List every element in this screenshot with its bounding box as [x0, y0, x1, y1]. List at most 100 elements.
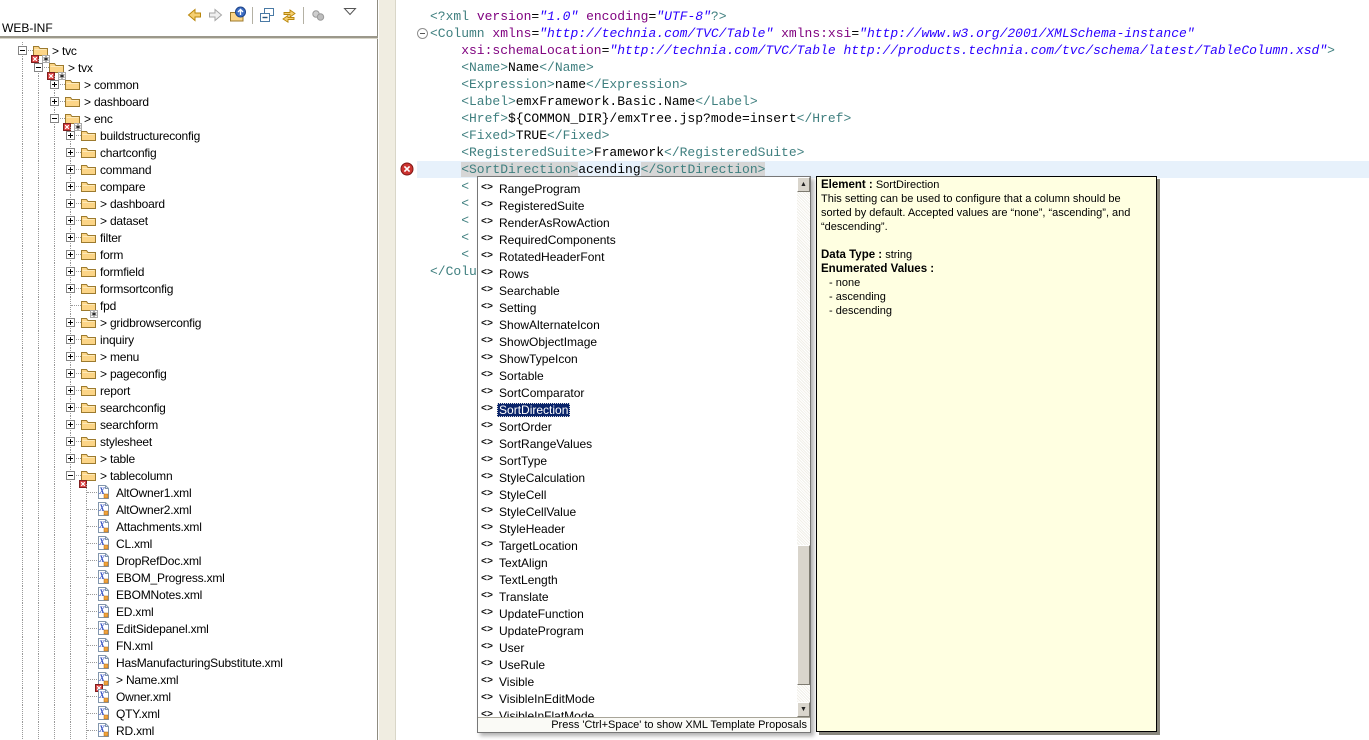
- proposal-label[interactable]: RangeProgram: [497, 182, 582, 196]
- back-button[interactable]: [183, 4, 205, 26]
- tree-item-label[interactable]: form: [100, 248, 123, 262]
- tree-row[interactable]: X> Name.xml: [0, 671, 376, 688]
- proposal-item[interactable]: <>Translate: [478, 588, 797, 605]
- tree-row[interactable]: > menu: [0, 348, 376, 365]
- tree-item-label[interactable]: Attachments.xml: [116, 520, 202, 534]
- tree-row[interactable]: > dashboard: [0, 93, 376, 110]
- tree-row[interactable]: XEBOMNotes.xml: [0, 586, 376, 603]
- proposal-item[interactable]: <>RangeProgram: [478, 180, 797, 197]
- tree-item-label[interactable]: report: [100, 384, 130, 398]
- expand-toggle-icon[interactable]: [50, 80, 59, 89]
- proposal-label[interactable]: VisibleInFlatMode: [497, 709, 596, 718]
- expand-toggle-icon[interactable]: [66, 420, 75, 429]
- tree-item-label[interactable]: fpd: [100, 299, 116, 313]
- tree-row[interactable]: XQTY.xml: [0, 705, 376, 722]
- proposal-label[interactable]: StyleCalculation: [497, 471, 587, 485]
- link-with-editor-button[interactable]: [278, 4, 300, 26]
- proposal-item[interactable]: <>StyleHeader: [478, 520, 797, 537]
- tree-item-label[interactable]: Owner.xml: [116, 690, 171, 704]
- tree-item-label[interactable]: RD.xml: [116, 724, 154, 738]
- expand-toggle-icon[interactable]: [66, 165, 75, 174]
- up-button[interactable]: [227, 4, 249, 26]
- proposal-item[interactable]: <>Searchable: [478, 282, 797, 299]
- tree-row[interactable]: XRD.xml: [0, 722, 376, 739]
- proposal-item[interactable]: <>StyleCell: [478, 486, 797, 503]
- proposal-item[interactable]: <>TargetLocation: [478, 537, 797, 554]
- proposal-label[interactable]: StyleHeader: [497, 522, 567, 536]
- proposal-label[interactable]: ShowAlternateIcon: [497, 318, 602, 332]
- proposal-item[interactable]: <>ShowObjectImage: [478, 333, 797, 350]
- tree-item-label[interactable]: AltOwner1.xml: [116, 486, 191, 500]
- tree-item-label[interactable]: > Name.xml: [116, 673, 178, 687]
- tree-item-label[interactable]: > tvc: [52, 44, 77, 58]
- proposal-item[interactable]: <>SortOrder: [478, 418, 797, 435]
- tree-row[interactable]: XED.xml: [0, 603, 376, 620]
- tree-row[interactable]: command: [0, 161, 376, 178]
- proposal-item[interactable]: <>TextLength: [478, 571, 797, 588]
- proposal-item[interactable]: <>Visible: [478, 673, 797, 690]
- expand-toggle-icon[interactable]: [66, 216, 75, 225]
- view-menu-button[interactable]: [339, 0, 361, 22]
- proposal-scrollbar[interactable]: ▲ ▼: [797, 177, 810, 717]
- tree-item-label[interactable]: > common: [84, 78, 139, 92]
- expand-toggle-icon[interactable]: [66, 148, 75, 157]
- tree-row[interactable]: searchconfig: [0, 399, 376, 416]
- proposal-item[interactable]: <>UseRule: [478, 656, 797, 673]
- tree-row[interactable]: XEBOM_Progress.xml: [0, 569, 376, 586]
- proposal-item[interactable]: <>Sortable: [478, 367, 797, 384]
- scrollbar-thumb[interactable]: [797, 545, 810, 685]
- proposal-label[interactable]: VisibleInEditMode: [497, 692, 597, 706]
- proposal-label[interactable]: UseRule: [497, 658, 547, 672]
- tree-item-label[interactable]: > dashboard: [100, 197, 165, 211]
- tree-row[interactable]: buildstructureconfig: [0, 127, 376, 144]
- proposal-item[interactable]: <>ShowAlternateIcon: [478, 316, 797, 333]
- expand-toggle-icon[interactable]: [50, 97, 59, 106]
- tree-row[interactable]: compare: [0, 178, 376, 195]
- proposal-label[interactable]: SortComparator: [497, 386, 586, 400]
- proposal-item[interactable]: <>Rows: [478, 265, 797, 282]
- fold-collapse-icon[interactable]: [417, 28, 428, 39]
- proposal-item[interactable]: <>VisibleInEditMode: [478, 690, 797, 707]
- tree-row[interactable]: > tvx: [0, 59, 376, 76]
- proposal-label[interactable]: Setting: [497, 301, 538, 315]
- tree-item-label[interactable]: EBOMNotes.xml: [116, 588, 202, 602]
- expand-toggle-icon[interactable]: [66, 284, 75, 293]
- proposal-label[interactable]: Sortable: [497, 369, 546, 383]
- proposal-item[interactable]: <>RenderAsRowAction: [478, 214, 797, 231]
- tree-row[interactable]: XAltOwner2.xml: [0, 501, 376, 518]
- proposal-item[interactable]: <>SortComparator: [478, 384, 797, 401]
- expand-toggle-icon[interactable]: [66, 131, 75, 140]
- tree-item-label[interactable]: buildstructureconfig: [100, 129, 200, 143]
- tree-item-label[interactable]: EBOM_Progress.xml: [116, 571, 225, 585]
- tree-row[interactable]: XHasManufacturingSubstitute.xml: [0, 654, 376, 671]
- expand-toggle-icon[interactable]: [66, 352, 75, 361]
- proposal-item[interactable]: <>Setting: [478, 299, 797, 316]
- tree-row[interactable]: XAttachments.xml: [0, 518, 376, 535]
- proposal-label[interactable]: Rows: [497, 267, 531, 281]
- tree-row[interactable]: formsortconfig: [0, 280, 376, 297]
- collapse-toggle-icon[interactable]: [34, 63, 43, 72]
- proposal-label[interactable]: StyleCellValue: [497, 505, 578, 519]
- scroll-down-button[interactable]: ▼: [797, 702, 810, 717]
- expand-toggle-icon[interactable]: [66, 386, 75, 395]
- proposal-label[interactable]: SortRangeValues: [497, 437, 594, 451]
- proposal-item[interactable]: <>SortRangeValues: [478, 435, 797, 452]
- expand-toggle-icon[interactable]: [66, 335, 75, 344]
- tree-item-label[interactable]: searchform: [100, 418, 158, 432]
- expand-toggle-icon[interactable]: [66, 403, 75, 412]
- proposal-label[interactable]: SortDirection: [497, 403, 570, 417]
- tree-item-label[interactable]: > tablecolumn: [100, 469, 172, 483]
- tree-item-label[interactable]: command: [100, 163, 151, 177]
- tree-item-label[interactable]: CL.xml: [116, 537, 152, 551]
- filters-button[interactable]: [307, 4, 329, 26]
- proposal-label[interactable]: RequiredComponents: [497, 233, 618, 247]
- proposal-item[interactable]: <>User: [478, 639, 797, 656]
- proposal-label[interactable]: SortOrder: [497, 420, 554, 434]
- scroll-up-button[interactable]: ▲: [797, 177, 810, 192]
- collapse-toggle-icon[interactable]: [50, 114, 59, 123]
- tree-item-label[interactable]: compare: [100, 180, 145, 194]
- tree-item-label[interactable]: FN.xml: [116, 639, 153, 653]
- tree-item-label[interactable]: chartconfig: [100, 146, 157, 160]
- tree-item-label[interactable]: > dataset: [100, 214, 148, 228]
- tree-item-label[interactable]: > enc: [84, 112, 113, 126]
